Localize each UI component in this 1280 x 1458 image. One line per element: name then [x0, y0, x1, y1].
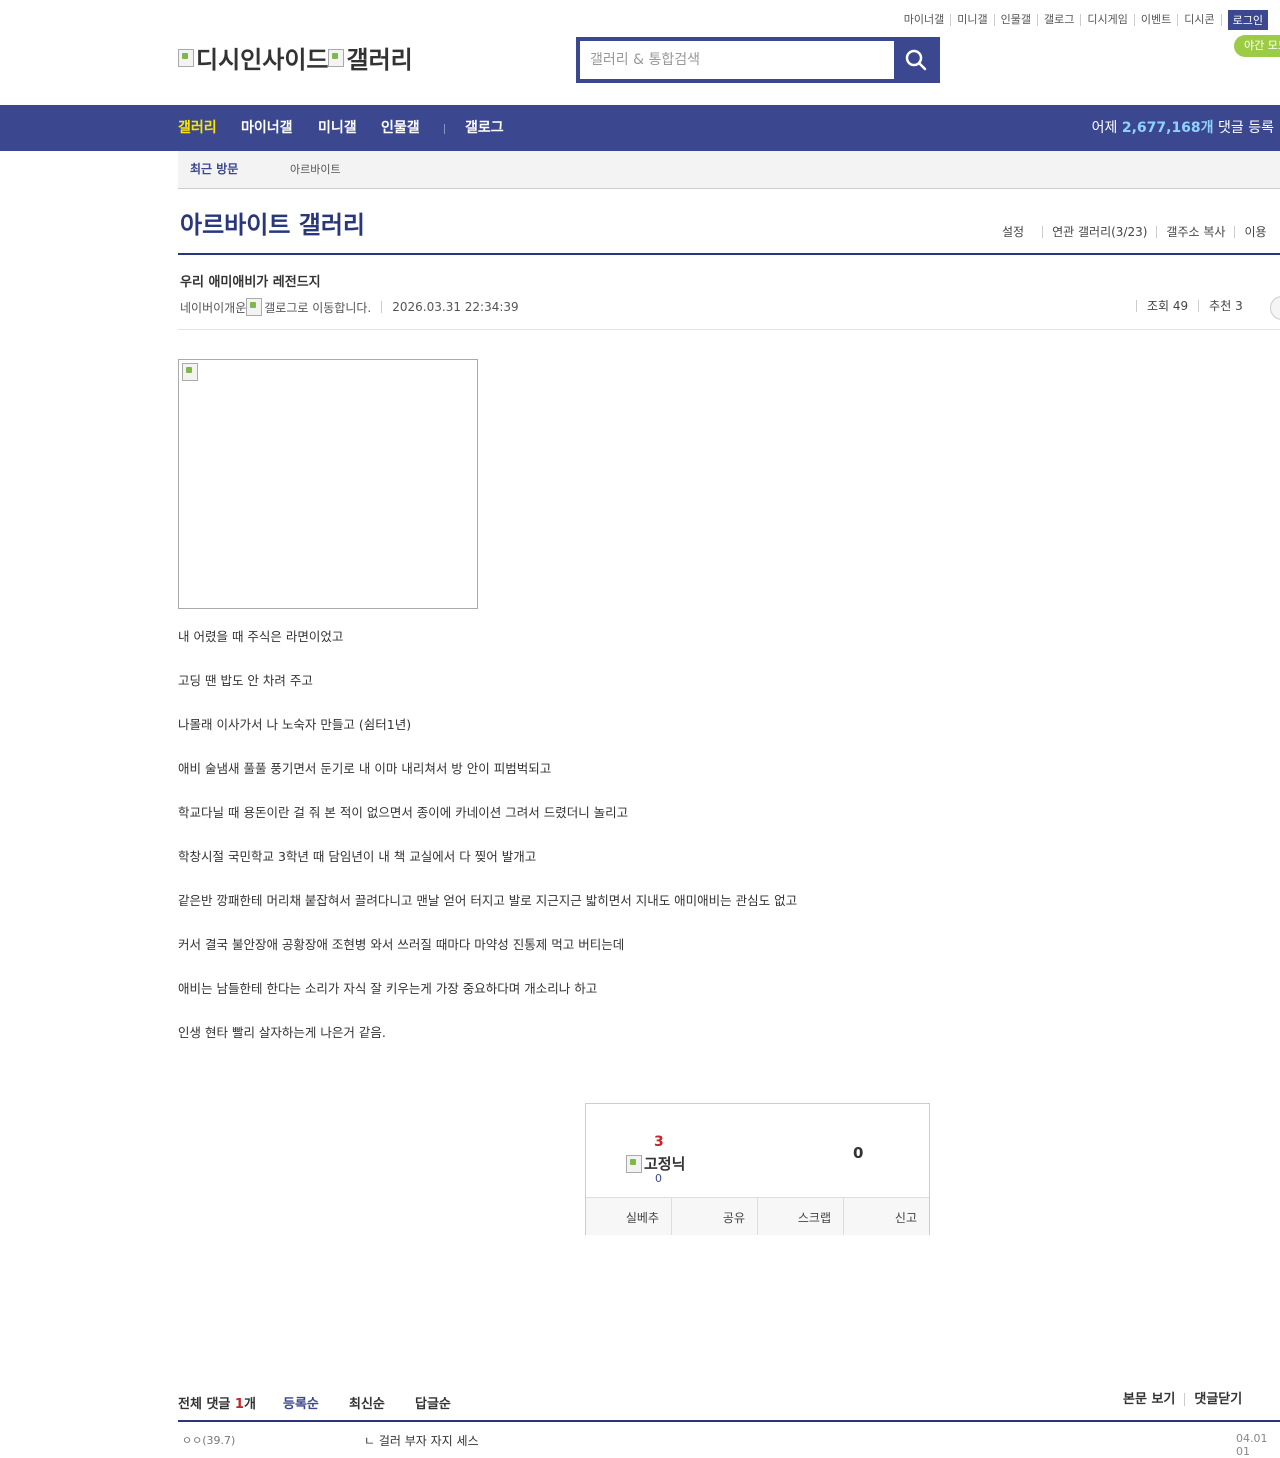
search-button[interactable] [896, 41, 936, 79]
broken-image-icon [178, 48, 194, 67]
nav-gallery[interactable]: 갤러리 [178, 105, 217, 151]
post-body-line: 학창시절 국민학교 3학년 때 담임년이 내 책 교실에서 다 찢어 발개고 [178, 849, 537, 864]
fixed-nick-count: 0 [655, 1172, 662, 1185]
topnav-link-mini-gallery[interactable]: 미니갤 [951, 14, 995, 26]
post-author[interactable]: 네이버이개운 [180, 299, 246, 316]
fixed-nick-label: 고정닉 [644, 1155, 686, 1173]
recommend-down-count[interactable]: 0 [853, 1144, 863, 1162]
comments-header: 전체 댓글 1개 등록순 최신순 답글순 본문 보기 댓글닫기 [178, 1393, 1280, 1421]
post-body-line: 커서 결국 불안장애 공황장애 조현병 와서 쓰러질 때마다 마약성 진통제 먹… [178, 937, 625, 952]
post-body-line: 내 어렸을 때 주식은 라면이었고 [178, 629, 344, 644]
comments-total: 전체 댓글 1개 [178, 1393, 256, 1412]
broken-image-icon [626, 1154, 642, 1173]
sort-registered[interactable]: 등록순 [283, 1393, 319, 1412]
recent-visit-bar: 최근 방문 아르바이트 [178, 151, 1280, 189]
fixed-nick-recommend[interactable]: 고정닉 [626, 1153, 685, 1174]
nav-minor-gallery[interactable]: 마이너갤 [241, 105, 293, 151]
comment-text: ㄴ 걸러 부자 자지 세스 [364, 1434, 479, 1448]
topnav-link-minor-gallery[interactable]: 마이너갤 [898, 14, 952, 26]
recommend-box: 3 고정닉 0 0 실베추 공유 스크랩 신고 [585, 1103, 930, 1235]
gallery-options: 설정 연관 갤러리(3/23) 갤주소 복사 이용 [1002, 226, 1276, 238]
search-bar: 갤러리 & 통합검색 [576, 37, 940, 83]
topnav-link-event[interactable]: 이벤트 [1135, 14, 1179, 26]
post-recommend-count: 추천 3 [1198, 300, 1253, 312]
sort-latest[interactable]: 최신순 [349, 1393, 385, 1412]
post-body-line: 같은반 깡패한테 머리채 붙잡혀서 끌려다니고 맨날 얻어 터지고 발로 지근지… [178, 893, 798, 908]
copy-gallery-url-link[interactable]: 갤주소 복사 [1156, 226, 1234, 238]
gallery-divider [178, 253, 1280, 255]
search-input[interactable]: 갤러리 & 통합검색 [580, 41, 894, 79]
comments-actions: 본문 보기 댓글닫기 [1123, 1393, 1251, 1406]
recent-gallery-link[interactable]: 아르바이트 [290, 151, 341, 188]
topnav-link-dc-game[interactable]: 디시게임 [1081, 14, 1135, 26]
post-body: 내 어렸을 때 주식은 라면이었고 고딩 땐 밥도 안 차려 주고 나몰래 이사… [178, 629, 797, 1069]
nav-person-gallery[interactable]: 인물갤 [381, 105, 420, 151]
post-body-line: 인생 현타 빨리 살자하는게 나은거 같음. [178, 1025, 386, 1040]
post-views: 조회 49 [1136, 300, 1198, 312]
share-button[interactable]: 공유 [671, 1198, 757, 1235]
nav-mini-gallery[interactable]: 미니갤 [318, 105, 357, 151]
nav-divider [444, 124, 445, 134]
topnav-link-galog[interactable]: 갤로그 [1038, 14, 1082, 26]
comments-total-count: 1 [234, 1397, 244, 1412]
topnav-link-person-gallery[interactable]: 인물갤 [995, 14, 1039, 26]
comment-stat: 어제 2,677,168개 댓글 등록 [1092, 105, 1274, 151]
scrap-button[interactable]: 스크랩 [757, 1198, 843, 1235]
broken-image-icon [246, 298, 263, 316]
post-title: 우리 애미애비가 레전드지 [180, 275, 321, 290]
login-button[interactable]: 로그인 [1227, 10, 1268, 30]
gallery-settings-link[interactable]: 설정 [1002, 226, 1042, 238]
sort-replies[interactable]: 답글순 [415, 1393, 451, 1412]
related-gallery-link[interactable]: 연관 갤러리(3/23) [1042, 226, 1156, 238]
share-icon[interactable] [1270, 296, 1280, 320]
usage-link[interactable]: 이용 [1234, 226, 1275, 238]
post-body-line: 애비는 남들한테 한다는 소리가 자식 잘 키우는게 가장 중요하다며 개소리나… [178, 981, 598, 996]
post-body-line: 나몰래 이사가서 나 노숙자 만들고 (쉼터1년) [178, 717, 412, 732]
logo-site-text: 디시인사이드 [196, 46, 329, 74]
stat-prefix: 어제 [1091, 120, 1118, 136]
stat-count: 2,677,168개 [1121, 120, 1214, 136]
nav-galog[interactable]: 갤로그 [465, 105, 504, 151]
gallery-title[interactable]: 아르바이트 갤러리 [180, 205, 365, 240]
night-mode-toggle[interactable]: 야간 모드 [1234, 35, 1280, 57]
post-image [178, 359, 478, 609]
post-body-line: 애비 술냄새 풀풀 풍기면서 둔기로 내 이마 내리쳐서 방 안이 피범벅되고 [178, 761, 552, 776]
stat-suffix: 댓글 등록 [1218, 120, 1274, 136]
recommend-up-count: 3 [654, 1134, 664, 1150]
comments-total-unit: 개 [243, 1397, 256, 1412]
comments-total-label: 전체 댓글 [178, 1397, 231, 1412]
post-divider [178, 329, 1280, 330]
post-meta: 네이버이개운 갤로그로 이동합니다. 2026.03.31 22:34:39 [180, 298, 519, 316]
broken-image-icon [182, 363, 198, 381]
comment-nick[interactable]: ㅇㅇ(39.7) [182, 1432, 235, 1448]
top-utility-nav: 마이너갤 미니갤 인물갤 갤로그 디시게임 이벤트 디시콘 로그인 [898, 10, 1268, 30]
topnav-link-dccon[interactable]: 디시콘 [1178, 14, 1222, 26]
site-logo[interactable]: 디시인사이드 갤러리 [178, 40, 413, 75]
post-stats: 조회 49 추천 3 [1136, 300, 1253, 312]
close-comments-button[interactable]: 댓글닫기 [1184, 1393, 1251, 1406]
main-navbar: 갤러리 마이너갤 미니갤 인물갤 갤로그 어제 2,677,168개 댓글 등록 [0, 105, 1280, 151]
search-icon [905, 49, 927, 71]
best-recommend-button[interactable]: 실베추 [586, 1198, 671, 1235]
logo-section-text: 갤러리 [346, 46, 413, 74]
recent-visit-title[interactable]: 최근 방문 [190, 151, 238, 188]
galog-link[interactable]: 갤로그로 이동합니다. [264, 299, 371, 316]
comment-time: 04.01 01 [1236, 1432, 1268, 1458]
view-body-button[interactable]: 본문 보기 [1123, 1393, 1184, 1406]
recommend-actions: 실베추 공유 스크랩 신고 [586, 1197, 929, 1235]
comments-divider [178, 1420, 1280, 1422]
post-body-line: 고딩 땐 밥도 안 차려 주고 [178, 673, 313, 688]
post-date: 2026.03.31 22:34:39 [381, 301, 519, 313]
post-body-line: 학교다닐 때 용돈이란 걸 줘 본 적이 없으면서 종이에 카네이션 그려서 드… [178, 805, 629, 820]
report-button[interactable]: 신고 [843, 1198, 929, 1235]
broken-image-icon [328, 48, 345, 67]
